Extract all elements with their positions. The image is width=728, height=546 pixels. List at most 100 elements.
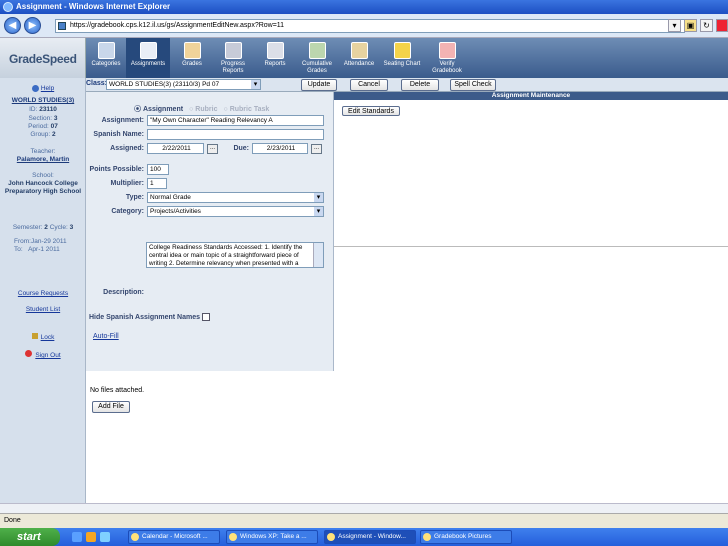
ie-logo-icon: [3, 2, 13, 12]
school-name: John Hancock College Preparatory High Sc…: [4, 180, 82, 195]
class-toolbar: Class: WORLD STUDIES(3) (23110/3) Pd 07 …: [86, 78, 728, 92]
address-bar: ◀ ▶ https://gradebook.cps.k12.il.us/gs/A…: [0, 14, 728, 38]
type-radio-group: ⦿ Assignment ○ Rubric ○ Rubric Task: [134, 104, 275, 114]
outlook-quicklaunch-icon[interactable]: [86, 532, 96, 542]
menu-item-grades[interactable]: Grades: [174, 38, 210, 78]
description-field[interactable]: College Readiness Standards Accessed: 1.…: [146, 242, 324, 268]
class-select[interactable]: WORLD STUDIES(3) (23110/3) Pd 07: [106, 79, 261, 90]
radio-circle-icon: ○: [223, 106, 228, 113]
lock-icon: [31, 333, 38, 339]
menu-item-categories[interactable]: Categories: [88, 38, 124, 78]
assigned-calendar-button[interactable]: ...: [207, 144, 218, 154]
gradespeed-logo: GradeSpeed: [0, 38, 86, 78]
edit-standards-button[interactable]: Edit Standards: [342, 106, 400, 116]
taskbar-item-label: Assignment - Window...: [338, 533, 406, 540]
delete-button[interactable]: Delete: [401, 79, 439, 91]
sidebar: Help WORLD STUDIES(3) ID: 23110 Section:…: [0, 78, 86, 507]
description-scrollbar[interactable]: [313, 243, 323, 267]
update-button[interactable]: Update: [301, 79, 337, 91]
class-label: Class:: [86, 80, 108, 87]
radio-label: Assignment: [143, 106, 184, 113]
menu-item-seating-chart[interactable]: Seating Chart: [381, 38, 423, 78]
radio-label: Rubric Task: [229, 106, 270, 113]
multiplier-field[interactable]: 1: [147, 178, 167, 189]
menu-item-label: Reports: [264, 61, 286, 67]
type-select[interactable]: Normal Grade: [147, 192, 324, 203]
due-calendar-button[interactable]: ...: [311, 144, 322, 154]
help-icon: [31, 85, 39, 92]
menu-item-label: Progress Reports: [220, 61, 245, 74]
forward-button[interactable]: ▶: [24, 17, 41, 34]
ie-quicklaunch-icon[interactable]: [72, 532, 82, 542]
verify-gradebook-icon: [438, 42, 456, 59]
lock-link[interactable]: Lock: [0, 333, 86, 342]
window-titlebar: Assignment - Windows Internet Explorer: [0, 0, 728, 14]
points-possible-field[interactable]: 100: [147, 164, 169, 175]
due-date-field[interactable]: 2/23/2011: [252, 143, 308, 154]
radio-assignment[interactable]: ⦿ Assignment: [134, 106, 183, 113]
taskbar-item[interactable]: Windows XP: Take a ...: [226, 530, 318, 544]
menu-item-assignments[interactable]: Assignments: [126, 38, 170, 78]
assignment-name-field[interactable]: "My Own Character" Reading Relevancy A: [147, 115, 324, 126]
student-list-link[interactable]: Student List: [0, 306, 86, 314]
auto-fill-link[interactable]: Auto-Fill: [93, 333, 119, 340]
help-link[interactable]: Help: [0, 85, 86, 93]
window-title: Assignment - Windows Internet Explorer: [16, 2, 171, 11]
hide-spanish-checkbox[interactable]: [201, 313, 210, 321]
cumulative-grades-icon: [308, 42, 326, 59]
refresh-icon[interactable]: ↻: [700, 19, 713, 32]
menu-item-verify-gradebook[interactable]: Verify Gradebook: [426, 38, 468, 78]
menu-item-attendance[interactable]: Attendance: [340, 38, 378, 78]
spell-check-button[interactable]: Spell Check: [450, 79, 496, 91]
window-icon: [423, 533, 431, 541]
progress-reports-icon: [224, 42, 242, 59]
course-link[interactable]: WORLD STUDIES(3): [0, 97, 86, 105]
spanish-name-field[interactable]: [147, 129, 324, 140]
taskbar-item[interactable]: Calendar - Microsoft ...: [128, 530, 220, 544]
radio-rubric-task[interactable]: ○ Rubric Task: [223, 106, 269, 113]
taskbar-item[interactable]: Gradebook Pictures: [420, 530, 512, 544]
menu-item-cumulative-grades[interactable]: Cumulative Grades: [298, 38, 336, 78]
taskbar-item[interactable]: Assignment - Window...: [324, 530, 416, 544]
radio-rubric[interactable]: ○ Rubric: [189, 106, 217, 113]
cancel-button[interactable]: Cancel: [350, 79, 388, 91]
lock-icon[interactable]: ▣: [684, 19, 697, 32]
divider: [334, 246, 728, 247]
page-icon: [58, 22, 66, 30]
assignments-icon: [139, 42, 157, 59]
status-bar: Done: [0, 513, 728, 528]
sign-out-icon: [25, 350, 33, 357]
menu-item-label: Assignments: [130, 61, 166, 67]
standards-panel: Edit Standards: [334, 100, 728, 371]
sign-out-link[interactable]: Sign Out: [0, 350, 86, 360]
menu-item-label: Cumulative Grades: [301, 61, 332, 74]
stop-icon[interactable]: [716, 19, 728, 32]
start-button[interactable]: start: [0, 528, 60, 546]
hide-spanish-label: Hide Spanish Assignment Names: [89, 313, 210, 321]
assignment-form: ⦿ Assignment ○ Rubric ○ Rubric Task Assignmen…: [86, 92, 334, 371]
assigned-date-field[interactable]: 2/22/2011: [147, 143, 204, 154]
seating-chart-icon: [393, 42, 411, 59]
menu-item-label: Verify Gradebook: [432, 61, 462, 74]
menu-item-label: Seating Chart: [383, 61, 421, 67]
desktop-quicklaunch-icon[interactable]: [100, 532, 110, 542]
taskbar-item-label: Gradebook Pictures: [434, 533, 492, 540]
no-files-text: No files attached.: [90, 387, 145, 394]
menu-item-label: Categories: [91, 61, 121, 67]
teacher-link[interactable]: Palamore, Martin: [0, 156, 86, 164]
radio-label: Rubric: [195, 106, 218, 113]
menu-item-reports[interactable]: Reports: [256, 38, 294, 78]
url-input[interactable]: https://gradebook.cps.k12.il.us/gs/Assig…: [55, 19, 685, 33]
maintenance-title: Assignment Maintenance: [334, 92, 728, 100]
radio-circle-icon: ⦿: [134, 106, 141, 113]
dropdown-arrow-icon[interactable]: ▾: [668, 19, 681, 32]
taskbar-item-label: Calendar - Microsoft ...: [142, 533, 208, 540]
horizontal-scrollbar[interactable]: [0, 503, 728, 513]
menu-item-progress-reports[interactable]: Progress Reports: [214, 38, 252, 78]
add-file-button[interactable]: Add File: [92, 401, 130, 413]
category-select[interactable]: Projects/Activities: [147, 206, 324, 217]
menu-item-label: Attendance: [343, 61, 375, 67]
back-button[interactable]: ◀: [4, 17, 21, 34]
course-requests-link[interactable]: Course Requests: [0, 290, 86, 298]
taskbar-item-label: Windows XP: Take a ...: [240, 533, 307, 540]
